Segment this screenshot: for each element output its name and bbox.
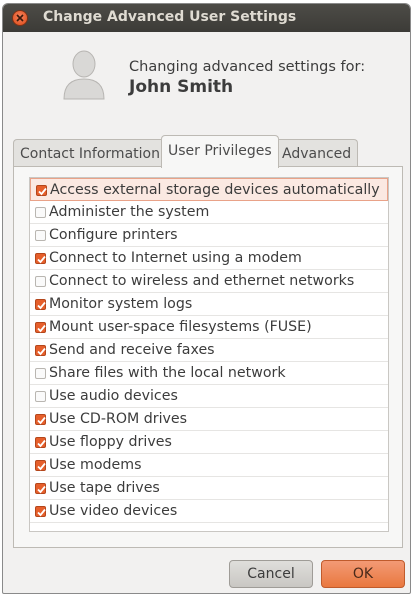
- privilege-row[interactable]: Use modems: [30, 454, 388, 477]
- privilege-checkbox[interactable]: [35, 414, 46, 425]
- user-name: John Smith: [129, 77, 234, 97]
- privilege-label: Use floppy drives: [49, 434, 172, 450]
- privilege-label: Use modems: [49, 457, 142, 473]
- privileges-list[interactable]: Access external storage devices automati…: [29, 177, 389, 532]
- privilege-checkbox[interactable]: [36, 185, 47, 196]
- privilege-label: Use tape drives: [49, 480, 160, 496]
- privilege-label: Monitor system logs: [49, 296, 193, 312]
- privilege-label: Connect to wireless and ethernet network…: [49, 273, 355, 289]
- privilege-row[interactable]: Monitor system logs: [30, 293, 388, 316]
- privileges-panel: Access external storage devices automati…: [13, 166, 403, 548]
- tab-contact-information[interactable]: Contact Information: [13, 139, 167, 167]
- cancel-button[interactable]: Cancel: [229, 560, 313, 588]
- privilege-label: Administer the system: [49, 204, 210, 220]
- privilege-checkbox[interactable]: [35, 437, 46, 448]
- privilege-label: Configure printers: [49, 227, 178, 243]
- privilege-checkbox[interactable]: [35, 276, 46, 287]
- privilege-checkbox[interactable]: [35, 230, 46, 241]
- checkmark-icon: [37, 508, 46, 517]
- privilege-label: Share files with the local network: [49, 365, 286, 381]
- privilege-checkbox[interactable]: [35, 391, 46, 402]
- dialog-window: Change Advanced User Settings Changing a…: [2, 3, 411, 594]
- privilege-label: Send and receive faxes: [49, 342, 215, 358]
- checkmark-icon: [37, 301, 46, 310]
- privilege-row[interactable]: Configure printers: [30, 224, 388, 247]
- privilege-row[interactable]: Access external storage devices automati…: [30, 178, 388, 201]
- user-silhouette-icon: [63, 50, 105, 100]
- privilege-checkbox[interactable]: [35, 368, 46, 379]
- privilege-row[interactable]: Use tape drives: [30, 477, 388, 500]
- privilege-label: Use video devices: [49, 503, 178, 519]
- privilege-label: Use audio devices: [49, 388, 178, 404]
- ok-button[interactable]: OK: [321, 560, 405, 588]
- privilege-checkbox[interactable]: [35, 506, 46, 517]
- titlebar: Change Advanced User Settings: [3, 4, 410, 32]
- tab-advanced[interactable]: Advanced: [275, 139, 359, 167]
- privilege-row[interactable]: Administer the system: [30, 201, 388, 224]
- header-subtitle: Changing advanced settings for:: [129, 59, 366, 75]
- privilege-row[interactable]: Use CD-ROM drives: [30, 408, 388, 431]
- checkmark-icon: [37, 324, 46, 333]
- tab-user-privileges[interactable]: User Privileges: [161, 135, 279, 168]
- privilege-checkbox[interactable]: [35, 253, 46, 264]
- checkmark-icon: [37, 347, 46, 356]
- checkmark-icon: [38, 187, 47, 196]
- privilege-row[interactable]: Mount user-space filesystems (FUSE): [30, 316, 388, 339]
- privilege-row[interactable]: Connect to wireless and ethernet network…: [30, 270, 388, 293]
- checkmark-icon: [37, 439, 46, 448]
- privilege-row[interactable]: Use floppy drives: [30, 431, 388, 454]
- privilege-label: Connect to Internet using a modem: [49, 250, 302, 266]
- privilege-checkbox[interactable]: [35, 207, 46, 218]
- privilege-checkbox[interactable]: [35, 345, 46, 356]
- privilege-row[interactable]: Connect to Internet using a modem: [30, 247, 388, 270]
- privilege-checkbox[interactable]: [35, 299, 46, 310]
- privilege-label: Access external storage devices automati…: [50, 182, 380, 198]
- privilege-checkbox[interactable]: [35, 460, 46, 471]
- privilege-row[interactable]: Send and receive faxes: [30, 339, 388, 362]
- close-icon: [16, 14, 24, 22]
- window-title: Change Advanced User Settings: [43, 9, 297, 25]
- privilege-row[interactable]: Use video devices: [30, 500, 388, 523]
- privilege-checkbox[interactable]: [35, 483, 46, 494]
- privilege-row[interactable]: Share files with the local network: [30, 362, 388, 385]
- checkmark-icon: [37, 462, 46, 471]
- checkmark-icon: [37, 255, 46, 264]
- privilege-label: Use CD-ROM drives: [49, 411, 188, 427]
- checkmark-icon: [37, 485, 46, 494]
- privilege-checkbox[interactable]: [35, 322, 46, 333]
- privilege-row[interactable]: Use audio devices: [30, 385, 388, 408]
- close-button[interactable]: [12, 10, 28, 26]
- checkmark-icon: [37, 416, 46, 425]
- privilege-label: Mount user-space filesystems (FUSE): [49, 319, 312, 335]
